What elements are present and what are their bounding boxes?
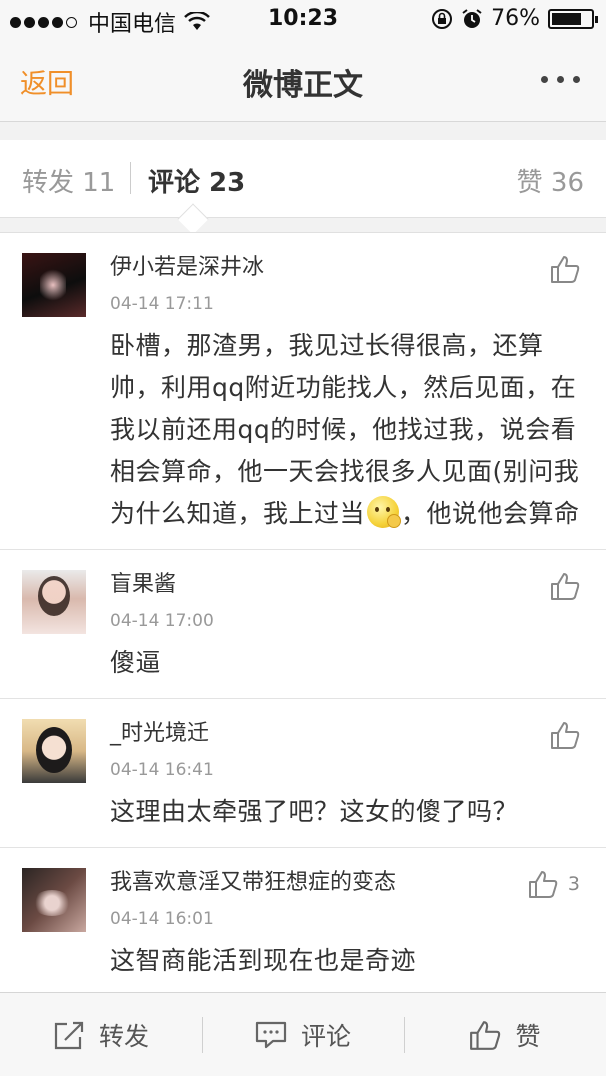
comment-button[interactable]: 评论: [202, 993, 404, 1076]
comment-author[interactable]: 我喜欢意淫又带狂想症的变态: [110, 868, 584, 898]
alarm-icon: [462, 8, 482, 28]
avatar[interactable]: [22, 570, 86, 634]
comment-text: 这智商能活到现在也是奇迹: [110, 946, 417, 975]
comment-item: 伊小若是深井冰 04-14 17:11 卧槽，那渣男，我见过长得很高，还算帅，利…: [0, 233, 606, 550]
avatar[interactable]: [22, 868, 86, 932]
comment-list[interactable]: 伊小若是深井冰 04-14 17:11 卧槽，那渣男，我见过长得很高，还算帅，利…: [0, 232, 606, 992]
like-button[interactable]: [550, 255, 580, 283]
status-bar-right: 76%: [431, 6, 598, 31]
like-post-button[interactable]: 赞: [404, 993, 606, 1076]
battery-percent: 76%: [491, 6, 540, 31]
comment-time: 04-14 17:00: [110, 611, 214, 631]
status-bar: 中国电信 10:23 76%: [0, 0, 606, 40]
comment-item: 盲果酱 04-14 17:00 傻逼: [0, 550, 606, 699]
comment-author[interactable]: _时光境迁: [110, 719, 584, 749]
comment-icon: [255, 1021, 287, 1048]
repost-label: 转发: [98, 1021, 149, 1051]
like-button[interactable]: 3: [528, 870, 580, 898]
share-icon: [54, 1021, 84, 1049]
rotation-lock-icon: [432, 8, 453, 29]
page-title: 微博正文: [243, 68, 363, 103]
like-count: 3: [567, 873, 580, 895]
tab-bar: 转发 11 评论 23 赞 36: [0, 140, 606, 218]
avatar[interactable]: [22, 719, 86, 783]
comment-label: 评论: [300, 1021, 351, 1051]
bottom-toolbar: 转发 评论 赞: [0, 992, 606, 1076]
comment-item: _时光境迁 04-14 16:41 这理由太牵强了吧？这女的傻了吗？: [0, 699, 606, 848]
tab-divider: [130, 162, 131, 194]
tab-reposts[interactable]: 转发 11: [22, 162, 115, 199]
like-button[interactable]: [550, 572, 580, 600]
thumbs-up-icon: [551, 722, 580, 749]
like-button[interactable]: [550, 721, 580, 749]
thumbs-up-icon: [551, 573, 580, 600]
tab-comments[interactable]: 评论 23: [148, 162, 245, 199]
comment-text: 卧槽，那渣男，我见过长得很高，还算帅，利用qq附近功能找人，然后见面，在我以前还…: [110, 325, 584, 535]
thumbs-up-icon: [470, 1020, 501, 1050]
avatar[interactable]: [22, 253, 86, 317]
repost-button[interactable]: 转发: [0, 993, 202, 1076]
battery-icon: [548, 8, 598, 29]
comment-text: 这理由太牵强了吧？这女的傻了吗？: [110, 797, 519, 826]
thumbs-up-icon: [528, 871, 558, 898]
tab-likes[interactable]: 赞 36: [517, 162, 584, 199]
like-label: 赞: [515, 1021, 541, 1051]
comment-time: 04-14 16:01: [110, 909, 214, 929]
comment-text-part: ，他说他会算命: [401, 499, 580, 528]
more-dots-icon[interactable]: [532, 76, 580, 83]
thumbs-up-icon: [551, 256, 580, 283]
comment-time: 04-14 16:41: [110, 760, 214, 780]
comment-text: 傻逼: [110, 648, 162, 677]
navigation-bar: 返回 微博正文: [0, 40, 606, 122]
thinking-emoji-icon: [367, 496, 402, 528]
comment-item: 我喜欢意淫又带狂想症的变态 04-14 16:01 这智商能活到现在也是奇迹 3: [0, 848, 606, 992]
comment-author[interactable]: 盲果酱: [110, 570, 584, 600]
comment-author[interactable]: 伊小若是深井冰: [110, 253, 584, 283]
comment-time: 04-14 17:11: [110, 294, 214, 314]
